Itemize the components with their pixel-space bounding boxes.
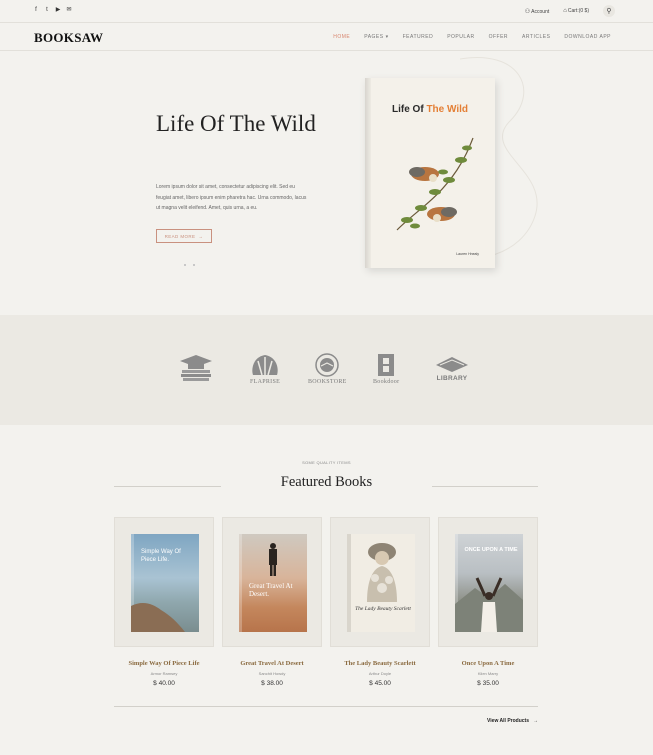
book-card[interactable]: Great Travel At Desert. xyxy=(222,517,322,647)
book-title[interactable]: Simple Way Of Piece Life xyxy=(114,660,214,667)
cart-icon: ⌂ xyxy=(563,8,567,14)
divider-right xyxy=(432,486,538,487)
girl-arms-up-illustration xyxy=(455,577,523,632)
book-price: $ 40.00 xyxy=(153,680,175,687)
cart-label: Cart:(0 $) xyxy=(567,8,589,14)
brand-logo-flaprise: FLAPRISE xyxy=(250,353,280,385)
book-price: $ 38.00 xyxy=(261,680,283,687)
hero-description: Lorem ipsum dolor sit amet, consectetur … xyxy=(156,184,307,211)
hero-book-title-part1: Life Of xyxy=(391,104,427,115)
nav-item-home[interactable]: HOME xyxy=(333,34,350,40)
brand-logo-library: LIBRARY xyxy=(434,353,470,382)
book-author: Armor Ramsey xyxy=(150,671,178,676)
book-info: The Lady Beauty Scarlett Arthur Doyle $ … xyxy=(330,660,430,687)
brand-logo-bookdoor: Bookdoor xyxy=(373,353,399,385)
hero-book-title-part2: The Wild xyxy=(426,104,469,115)
facebook-icon[interactable]: f xyxy=(33,6,39,13)
door-icon xyxy=(378,354,395,376)
slider-dot[interactable] xyxy=(184,264,186,266)
brand-label: FLAPRISE xyxy=(250,379,281,385)
hero-section: Life Of The Wild Lorem ipsum dolor sit a… xyxy=(0,51,653,315)
nav-pages-label: PAGES xyxy=(364,34,384,40)
lady-portrait-illustration xyxy=(367,543,397,602)
hero-book-title: Life Of The Wild xyxy=(365,104,495,115)
open-book-icon xyxy=(436,357,468,372)
traveler-illustration xyxy=(269,543,277,576)
books-stack-icon xyxy=(180,355,212,381)
cover-text: Simple Way Of Piece Life. xyxy=(141,549,181,563)
book-seal-icon xyxy=(315,353,340,377)
nav-item-popular[interactable]: POPULAR xyxy=(447,34,474,40)
section-eyebrow: SOME QUALITY ITEMS xyxy=(302,460,351,465)
cover-text: The Lady Beauty Scarlett xyxy=(355,606,411,612)
arrow-right-icon: → xyxy=(533,718,538,724)
read-more-label: READ MORE xyxy=(164,233,196,239)
cliff-illustration xyxy=(131,603,185,632)
hero-book-cover: Life Of The Wild Lauren Hnealy xyxy=(365,78,495,268)
site-logo[interactable]: BOOKSAW xyxy=(34,30,103,46)
search-button[interactable]: ⚲ xyxy=(603,5,615,17)
main-menu: HOME PAGES ▾ FEATURED POPULAR OFFER ARTIC… xyxy=(333,34,611,40)
mail-icon[interactable]: ✉ xyxy=(66,6,72,13)
brand-label: BOOKSTORE xyxy=(308,379,347,385)
brand-logo-bookstore: BOOKSTORE xyxy=(308,353,347,385)
twitter-icon[interactable]: t xyxy=(44,6,50,13)
brand-logo-1 xyxy=(178,353,214,381)
book-card[interactable]: Simple Way Of Piece Life. xyxy=(114,517,214,647)
book-card[interactable]: ONCE UPON A TIME xyxy=(438,517,538,647)
account-label: Account xyxy=(531,8,550,15)
book-title[interactable]: Once Upon A Time xyxy=(438,660,538,667)
book-cover: Simple Way Of Piece Life. xyxy=(131,534,199,632)
brand-label: LIBRARY xyxy=(436,375,468,382)
book-spine xyxy=(347,534,351,632)
utility-links: ⚇Account ⌂Cart:(0 $) ⚲ xyxy=(525,5,615,17)
divider-left xyxy=(114,486,221,487)
main-navbar: BOOKSAW HOME PAGES ▾ FEATURED POPULAR OFF… xyxy=(0,24,653,51)
book-price: $ 35.00 xyxy=(477,680,499,687)
book-author: Klien Marry xyxy=(477,671,499,676)
search-icon: ⚲ xyxy=(606,8,612,15)
brand-label: Bookdoor xyxy=(373,379,400,385)
account-link[interactable]: ⚇Account xyxy=(525,8,549,15)
cover-text: ONCE UPON A TIME xyxy=(464,547,518,553)
brands-band: FLAPRISE BOOKSTORE Bookdoor LIBRARY xyxy=(0,315,653,425)
slider-dots xyxy=(184,264,195,266)
book-cover: Great Travel At Desert. xyxy=(239,534,307,632)
book-spine xyxy=(239,534,242,632)
social-links: f t ▶ ✉ xyxy=(33,6,72,14)
book-info: Once Upon A Time Klien Marry $ 35.00 xyxy=(438,660,538,687)
hero-title: Life Of The Wild xyxy=(156,111,316,136)
book-cover: ONCE UPON A TIME xyxy=(455,534,523,632)
chevron-down-icon: ▾ xyxy=(385,34,389,40)
youtube-icon[interactable]: ▶ xyxy=(55,6,61,13)
cover-text: Great Travel At Desert. xyxy=(249,582,293,598)
book-price: $ 45.00 xyxy=(369,680,391,687)
hero-book-author: Lauren Hnealy xyxy=(456,252,479,256)
slider-dot[interactable] xyxy=(193,264,195,266)
section-divider xyxy=(114,706,538,707)
birds-illustration xyxy=(396,137,474,231)
user-icon: ⚇ xyxy=(524,8,531,15)
book-info: Great Travel At Desert Sanchit Howdy $ 3… xyxy=(222,660,322,687)
nav-item-articles[interactable]: ARTICLES xyxy=(522,34,550,40)
read-more-button[interactable]: READ MORE → xyxy=(156,229,212,243)
nav-item-featured[interactable]: FEATURED xyxy=(403,34,434,40)
nav-item-download-app[interactable]: DOWNLOAD APP xyxy=(564,34,611,40)
book-title[interactable]: The Lady Beauty Scarlett xyxy=(330,660,430,667)
section-title: Featured Books xyxy=(280,474,373,490)
view-all-products-link[interactable]: View All Products → xyxy=(487,718,538,724)
book-author: Sanchit Howdy xyxy=(258,671,286,676)
nav-item-pages[interactable]: PAGES ▾ xyxy=(364,34,388,40)
book-author: Arthur Doyle xyxy=(368,671,392,676)
leaf-icon xyxy=(252,355,278,376)
top-utility-bar: f t ▶ ✉ ⚇Account ⌂Cart:(0 $) ⚲ xyxy=(0,0,653,23)
view-all-label: View All Products xyxy=(487,718,529,724)
cart-link[interactable]: ⌂Cart:(0 $) xyxy=(563,8,589,14)
nav-item-offer[interactable]: OFFER xyxy=(489,34,508,40)
book-cover: The Lady Beauty Scarlett xyxy=(347,534,415,632)
arrow-right-icon: → xyxy=(198,233,204,239)
book-title[interactable]: Great Travel At Desert xyxy=(222,660,322,667)
book-info: Simple Way Of Piece Life Armor Ramsey $ … xyxy=(114,660,214,687)
book-card[interactable]: The Lady Beauty Scarlett xyxy=(330,517,430,647)
